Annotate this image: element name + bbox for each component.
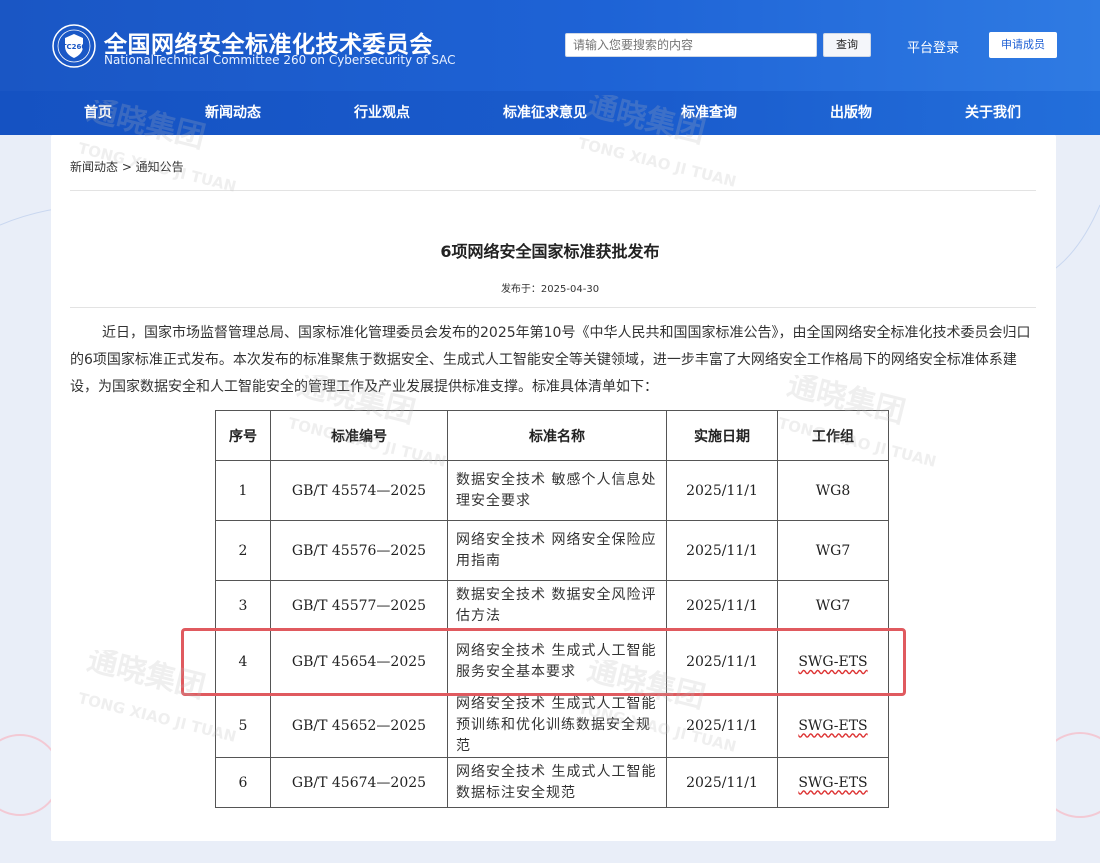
row-code: GB/T 45574—2025: [270, 460, 448, 521]
table-row: 3 GB/T 45577—2025 数据安全技术 数据安全风险评估方法 2025…: [215, 580, 889, 631]
row-no: 2: [215, 520, 271, 581]
nav-publications[interactable]: 出版物: [830, 91, 872, 135]
article-title: 6项网络安全国家标准获批发布: [440, 242, 660, 261]
breadcrumb[interactable]: 新闻动态 > 通知公告: [70, 158, 184, 175]
row-code: GB/T 45674—2025: [270, 757, 448, 808]
row-no: 6: [215, 757, 271, 808]
row-name: 网络安全技术 网络安全保险应用指南: [447, 520, 667, 581]
row-name: 数据安全技术 数据安全风险评估方法: [447, 580, 667, 631]
main-nav: 首页 新闻动态 行业观点 标准征求意见 标准查询 出版物 关于我们: [0, 91, 1100, 135]
row-name: 网络安全技术 生成式人工智能服务安全基本要求: [447, 630, 667, 694]
row-wg: WG7: [777, 520, 889, 581]
table-header-row: 序号 标准编号 标准名称 实施日期 工作组: [215, 410, 889, 461]
search-input[interactable]: [565, 33, 817, 57]
svg-text:TC260: TC260: [62, 43, 87, 51]
row-name: 网络安全技术 生成式人工智能数据标注安全规范: [447, 757, 667, 808]
nav-industry-views[interactable]: 行业观点: [354, 91, 410, 135]
divider: [70, 190, 1036, 191]
row-name: 网络安全技术 生成式人工智能预训练和优化训练数据安全规范: [447, 693, 667, 758]
divider: [70, 307, 1036, 308]
row-date: 2025/11/1: [666, 460, 778, 521]
table-row: 2 GB/T 45576—2025 网络安全技术 网络安全保险应用指南 2025…: [215, 520, 889, 581]
row-no: 1: [215, 460, 271, 521]
row-no: 5: [215, 693, 271, 758]
site-subtitle: NationalTechnical Committee 260 on Cyber…: [104, 53, 456, 67]
nav-standard-query[interactable]: 标准查询: [681, 91, 737, 135]
header-date: 实施日期: [666, 410, 778, 461]
row-code: GB/T 45654—2025: [270, 630, 448, 694]
row-wg: WG8: [777, 460, 889, 521]
search-button[interactable]: 查询: [823, 33, 871, 57]
row-wg: SWG-ETS: [777, 693, 889, 758]
row-code: GB/T 45652—2025: [270, 693, 448, 758]
row-wg: SWG-ETS: [777, 757, 889, 808]
row-date: 2025/11/1: [666, 693, 778, 758]
row-date: 2025/11/1: [666, 757, 778, 808]
header-wg: 工作组: [777, 410, 889, 461]
tc260-logo-icon: TC260: [52, 24, 96, 68]
row-name: 数据安全技术 敏感个人信息处理安全要求: [447, 460, 667, 521]
header-no: 序号: [215, 410, 271, 461]
nav-about-us[interactable]: 关于我们: [965, 91, 1021, 135]
apply-membership-button[interactable]: 申请成员: [989, 32, 1057, 58]
article-intro: 近日，国家市场监督管理总局、国家标准化管理委员会发布的2025年第10号《中华人…: [70, 325, 1031, 395]
table-row: 6 GB/T 45674—2025 网络安全技术 生成式人工智能数据标注安全规范…: [215, 757, 889, 808]
row-no: 3: [215, 580, 271, 631]
publish-date: 发布于：2025-04-30: [500, 284, 600, 295]
table-row: 5 GB/T 45652—2025 网络安全技术 生成式人工智能预训练和优化训练…: [215, 693, 889, 758]
platform-login-link[interactable]: 平台登录: [907, 37, 959, 56]
header-name: 标准名称: [447, 410, 667, 461]
row-code: GB/T 45576—2025: [270, 520, 448, 581]
row-date: 2025/11/1: [666, 630, 778, 694]
row-date: 2025/11/1: [666, 520, 778, 581]
row-no: 4: [215, 630, 271, 694]
row-wg: WG7: [777, 580, 889, 631]
nav-home[interactable]: 首页: [84, 91, 112, 135]
row-date: 2025/11/1: [666, 580, 778, 631]
row-wg: SWG-ETS: [777, 630, 889, 694]
header-code: 标准编号: [270, 410, 448, 461]
nav-standard-comments[interactable]: 标准征求意见: [503, 91, 587, 135]
site-header: TC260 全国网络安全标准化技术委员会 NationalTechnical C…: [0, 0, 1100, 91]
row-code: GB/T 45577—2025: [270, 580, 448, 631]
table-row: 1 GB/T 45574—2025 数据安全技术 敏感个人信息处理安全要求 20…: [215, 460, 889, 521]
table-row: 4 GB/T 45654—2025 网络安全技术 生成式人工智能服务安全基本要求…: [215, 630, 889, 694]
nav-news[interactable]: 新闻动态: [205, 91, 261, 135]
standards-table: 序号 标准编号 标准名称 实施日期 工作组 1 GB/T 45574—2025 …: [215, 410, 889, 808]
